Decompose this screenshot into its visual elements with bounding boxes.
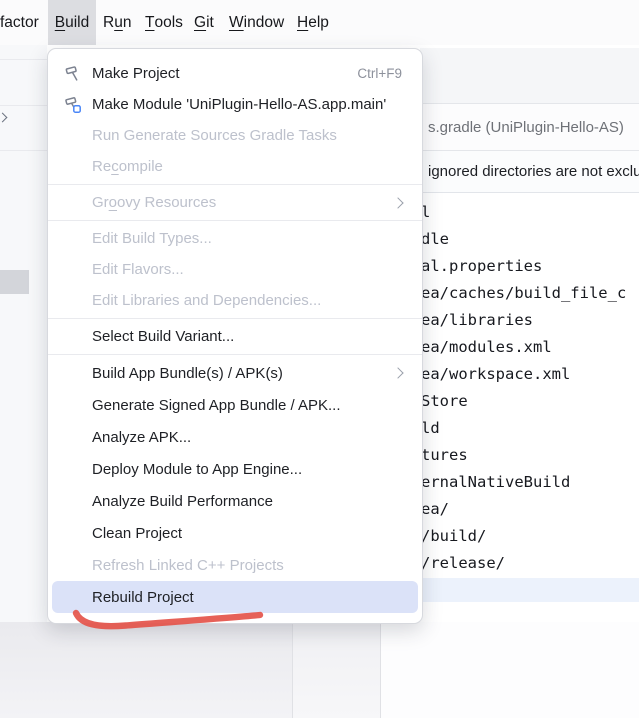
code-line: ea/ bbox=[421, 496, 639, 523]
menu-item-label: Edit Build Types... bbox=[92, 230, 212, 247]
menu-item-label: Rebuild Project bbox=[92, 589, 194, 606]
code-line: ea/libraries bbox=[421, 307, 639, 334]
menu-item-make-module[interactable]: Make Module 'UniPlugin-Hello-AS.app.main… bbox=[52, 89, 418, 120]
menubar-item-build[interactable]: Build bbox=[48, 0, 96, 45]
menu-item-generate-signed-bundle[interactable]: Generate Signed App Bundle / APK... bbox=[52, 389, 418, 421]
bottom-left-panel bbox=[0, 622, 292, 718]
divider bbox=[0, 59, 47, 60]
menu-item-recompile: Recompile bbox=[52, 151, 418, 182]
panel-divider bbox=[380, 622, 381, 718]
menu-separator bbox=[48, 184, 422, 185]
menu-item-label: Edit Flavors... bbox=[92, 261, 184, 278]
menu-item-label: Edit Libraries and Dependencies... bbox=[92, 292, 321, 309]
menu-item-label: Analyze Build Performance bbox=[92, 493, 273, 510]
code-line: /build/ bbox=[421, 523, 639, 550]
menu-item-label: Select Build Variant... bbox=[92, 328, 234, 345]
submenu-arrow-icon bbox=[392, 197, 403, 208]
build-menu-popup: Make Project Ctrl+F9 Make Module 'UniPlu… bbox=[47, 48, 423, 624]
menu-item-deploy-module[interactable]: Deploy Module to App Engine... bbox=[52, 453, 418, 485]
divider bbox=[0, 150, 47, 151]
main-menubar: factor Build Run Tools Git Window Help bbox=[0, 0, 639, 45]
menu-item-label: Generate Signed App Bundle / APK... bbox=[92, 397, 341, 414]
editor-tab-row: s.gradle (UniPlugin-Hello-AS) bbox=[420, 104, 639, 151]
left-panel-strip bbox=[0, 45, 47, 622]
menu-item-label: Clean Project bbox=[92, 525, 182, 542]
submenu-arrow-icon bbox=[392, 367, 403, 378]
banner-text: ignored directories are not exclu bbox=[428, 163, 639, 180]
menu-separator bbox=[48, 220, 422, 221]
menu-item-label: Build App Bundle(s) / APK(s) bbox=[92, 365, 283, 382]
menu-item-edit-build-types: Edit Build Types... bbox=[52, 223, 418, 254]
menu-item-label: Make Module 'UniPlugin-Hello-AS.app.main… bbox=[92, 96, 386, 113]
menu-item-groovy-resources: Groovy Resources bbox=[52, 187, 418, 218]
panel-divider bbox=[292, 622, 293, 718]
menu-item-rebuild-project[interactable]: Rebuild Project bbox=[52, 581, 418, 613]
hammer-module-icon bbox=[64, 96, 82, 114]
menu-item-select-build-variant[interactable]: Select Build Variant... bbox=[52, 321, 418, 352]
menu-item-label: Analyze APK... bbox=[92, 429, 191, 446]
menubar-item-git[interactable]: Git bbox=[194, 0, 214, 45]
code-line: /release/ bbox=[421, 550, 639, 577]
code-line: dle bbox=[421, 226, 639, 253]
code-line: ea/caches/build_file_c bbox=[421, 280, 639, 307]
menu-item-label: Refresh Linked C++ Projects bbox=[92, 557, 284, 574]
editor-toolbar-strip bbox=[420, 48, 639, 104]
menu-item-make-project[interactable]: Make Project Ctrl+F9 bbox=[52, 58, 418, 89]
menu-item-label: Recompile bbox=[92, 158, 163, 175]
menu-item-label: Groovy Resources bbox=[92, 194, 216, 211]
menubar-item-tools[interactable]: Tools bbox=[145, 0, 183, 45]
menu-item-refresh-cpp-projects: Refresh Linked C++ Projects bbox=[52, 549, 418, 581]
menu-item-analyze-build-performance[interactable]: Analyze Build Performance bbox=[52, 485, 418, 517]
code-line: ea/modules.xml bbox=[421, 334, 639, 361]
menubar-item-run[interactable]: Run bbox=[103, 0, 131, 45]
editor-caret-line-highlight bbox=[417, 578, 639, 602]
menu-separator bbox=[48, 354, 422, 355]
menu-item-edit-libraries: Edit Libraries and Dependencies... bbox=[52, 285, 418, 316]
tree-selected-row-fragment bbox=[0, 270, 29, 294]
code-line: al.properties bbox=[421, 253, 639, 280]
code-line: l bbox=[421, 199, 639, 226]
menubar-item-window[interactable]: Window bbox=[229, 0, 284, 45]
code-line: ea/workspace.xml bbox=[421, 361, 639, 388]
menu-item-edit-flavors: Edit Flavors... bbox=[52, 254, 418, 285]
bottom-middle-panel bbox=[293, 622, 380, 718]
hammer-icon bbox=[64, 65, 82, 83]
menu-item-analyze-apk[interactable]: Analyze APK... bbox=[52, 421, 418, 453]
divider bbox=[0, 105, 47, 106]
editor-notification-banner: ignored directories are not exclu bbox=[420, 151, 639, 193]
menu-item-build-app-bundles[interactable]: Build App Bundle(s) / APK(s) bbox=[52, 357, 418, 389]
menubar-item-help[interactable]: Help bbox=[297, 0, 329, 45]
menu-item-label: Make Project bbox=[92, 65, 180, 82]
menu-item-clean-project[interactable]: Clean Project bbox=[52, 517, 418, 549]
code-line: ld bbox=[421, 415, 639, 442]
bottom-right-panel bbox=[381, 622, 639, 718]
menu-item-label: Deploy Module to App Engine... bbox=[92, 461, 302, 478]
menu-item-run-generate-sources: Run Generate Sources Gradle Tasks bbox=[52, 120, 418, 151]
code-line: tures bbox=[421, 442, 639, 469]
app-window: factor Build Run Tools Git Window Help s… bbox=[0, 0, 639, 718]
code-line: Store bbox=[421, 388, 639, 415]
menu-item-label: Run Generate Sources Gradle Tasks bbox=[92, 127, 337, 144]
tree-chevron-fragment bbox=[0, 113, 7, 123]
menu-separator bbox=[48, 318, 422, 319]
menubar-item-refactor-partial[interactable]: factor bbox=[0, 0, 39, 45]
menu-item-shortcut: Ctrl+F9 bbox=[357, 66, 402, 81]
editor-code-area[interactable]: l dle al.properties ea/caches/build_file… bbox=[421, 199, 639, 577]
editor-tab-title[interactable]: s.gradle (UniPlugin-Hello-AS) bbox=[428, 119, 624, 136]
code-line: ernalNativeBuild bbox=[421, 469, 639, 496]
